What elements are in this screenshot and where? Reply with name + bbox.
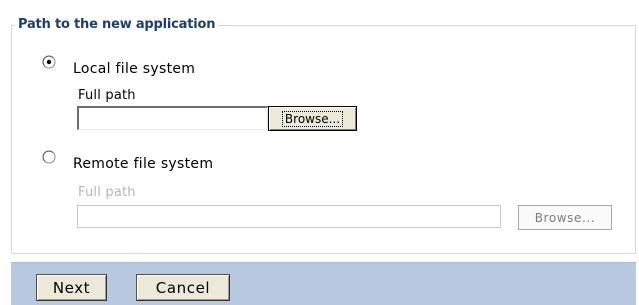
remote-full-path-input[interactable]	[77, 205, 501, 228]
local-browse-button[interactable]: Browse...	[268, 106, 357, 131]
local-browse-label: Browse...	[281, 110, 344, 127]
local-radio-label[interactable]: Local file system	[73, 61, 195, 77]
next-button[interactable]: Next	[36, 274, 107, 301]
remote-radio-label[interactable]: Remote file system	[73, 156, 213, 172]
local-radio[interactable]	[42, 55, 56, 69]
section-legend: Path to the new application	[15, 17, 219, 32]
remote-radio[interactable]	[42, 150, 56, 164]
cancel-button[interactable]: Cancel	[136, 274, 230, 301]
remote-browse-button[interactable]: Browse...	[518, 205, 612, 230]
remote-browse-label: Browse...	[534, 210, 596, 225]
radio-dot-icon	[46, 59, 52, 65]
remote-full-path-label: Full path	[78, 185, 136, 200]
local-full-path-input[interactable]	[77, 106, 268, 130]
local-full-path-label: Full path	[78, 88, 136, 103]
